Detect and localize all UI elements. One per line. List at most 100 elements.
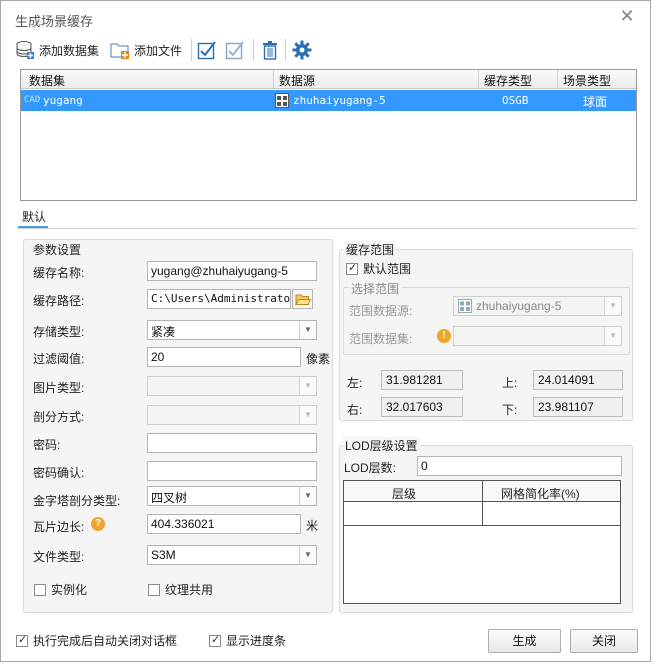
checkbox-unchecked-icon [225,41,244,60]
tab-active-indicator [18,226,48,228]
pyramid-value: 四叉树 [151,491,188,505]
add-dataset-button[interactable]: 添加数据集 [15,38,99,62]
chevron-down-icon[interactable]: ▼ [604,327,621,345]
chevron-down-icon[interactable]: ▼ [299,406,316,424]
lod-group-label: LOD层级设置 [343,437,420,454]
help-icon[interactable]: ? [91,517,105,531]
grid-header-scene-type[interactable]: 场景类型 [563,72,611,89]
show-progress-label: 显示进度条 [226,634,287,648]
chevron-down-icon[interactable]: ▼ [604,297,621,315]
column-divider[interactable] [478,70,479,89]
top-label: 上: [502,376,518,390]
image-type-select[interactable]: ▼ [147,376,317,396]
gear-icon [292,40,312,60]
cache-path-input[interactable]: C:\Users\Administrator\ [147,289,291,309]
dialog-window: 生成场景缓存 ✕ 添加数据集 添加文件 数据集 数据源 缓存类型 场景类型 CA… [0,0,651,662]
chevron-down-icon[interactable]: ▼ [299,377,316,395]
bottom-value: 23.981107 [533,397,623,417]
tab-default[interactable]: 默认 [22,208,46,225]
lod-header-level: 层级 [392,487,417,501]
datasource-icon [458,299,472,313]
grid-header: 数据集 数据源 缓存类型 场景类型 [21,70,636,89]
lod-header-simplify: 网格简化率(%) [501,487,580,501]
range-datasource-select[interactable]: zhuhaiyugang-5 ▼ [453,296,622,316]
invert-select-button[interactable] [225,38,245,62]
tile-side-unit: 米 [306,519,319,533]
instancing-label: 实例化 [51,583,88,597]
range-dataset-label: 范围数据集: [349,332,413,346]
pyramid-label: 金字塔剖分类型: [33,494,121,508]
delete-button[interactable] [260,38,280,62]
generate-button[interactable]: 生成 [488,629,561,653]
pyramid-select[interactable]: 四叉树 ▼ [147,486,317,506]
storage-type-select[interactable]: 紧凑 ▼ [147,320,317,340]
row-datasource: zhuhaiyugang-5 [293,94,386,107]
password-confirm-label: 密码确认: [33,466,85,480]
default-range-checkbox[interactable]: 默认范围 [346,260,411,277]
cache-path-label: 缓存路径: [33,294,85,308]
auto-close-label: 执行完成后自动关闭对话框 [33,634,178,648]
row-scene-type: 球面 [583,95,608,109]
file-type-select[interactable]: S3M ▼ [147,545,317,565]
select-all-button[interactable] [197,38,217,62]
texture-share-checkbox[interactable]: 纹理共用 [148,581,213,598]
instancing-checkbox[interactable]: 实例化 [34,581,87,598]
column-divider[interactable] [557,70,558,89]
cache-name-input[interactable]: yugang@zhuhaiyugang-5 [147,261,317,281]
right-label: 右: [347,403,363,417]
browse-folder-button[interactable] [292,289,313,309]
storage-type-label: 存储类型: [33,325,85,339]
trash-icon [263,41,277,60]
select-range-label: 选择范围 [349,280,402,297]
folder-open-icon [295,294,312,305]
checkbox-box[interactable] [16,633,28,647]
close-button[interactable]: 关闭 [570,629,638,653]
range-datasource-label: 范围数据源: [349,304,413,318]
database-icon [16,41,34,59]
lod-table-row[interactable] [344,525,620,526]
file-type-label: 文件类型: [33,550,85,564]
right-value: 32.017603 [381,397,463,417]
cache-name-label: 缓存名称: [33,266,85,280]
table-row[interactable]: CAD yugang zhuhaiyugang-5 OSGB 球面 [21,90,636,111]
grid-header-dataset[interactable]: 数据集 [29,72,65,89]
toolbar-separator [191,39,192,61]
row-dataset: yugang [43,94,83,107]
grid-header-cache-type[interactable]: 缓存类型 [484,72,532,89]
add-file-button[interactable]: 添加文件 [110,38,182,62]
settings-button[interactable] [292,38,312,62]
filter-input[interactable]: 20 [147,347,301,367]
checkbox-box[interactable] [148,583,160,596]
chevron-down-icon[interactable]: ▼ [299,321,316,339]
checkbox-box[interactable] [209,633,221,647]
password-label: 密码: [33,438,61,452]
toolbar-separator [285,39,286,61]
close-icon[interactable]: ✕ [619,7,635,25]
lod-count-input[interactable]: 0 [417,456,622,476]
checkbox-box[interactable] [34,583,46,596]
checkbox-box[interactable] [346,261,358,275]
range-dataset-select[interactable]: ▼ [453,326,622,346]
column-divider[interactable] [273,70,274,89]
add-dataset-label: 添加数据集 [39,43,100,58]
tile-side-input[interactable]: 404.336021 [147,514,301,534]
split-method-label: 剖分方式: [33,410,85,424]
storage-type-value: 紧凑 [151,325,176,339]
show-progress-checkbox[interactable]: 显示进度条 [209,632,286,649]
split-method-select[interactable]: ▼ [147,405,317,425]
texture-share-label: 纹理共用 [165,583,214,597]
password-confirm-input[interactable] [147,461,317,481]
grid-header-datasource[interactable]: 数据源 [279,72,315,89]
filter-label: 过滤阈值: [33,352,85,366]
chevron-down-icon[interactable]: ▼ [299,487,316,505]
password-input[interactable] [147,433,317,453]
lod-table: 层级 网格简化率(%) [343,480,621,604]
chevron-down-icon[interactable]: ▼ [299,546,316,564]
bottom-label: 下: [502,403,518,417]
default-range-label: 默认范围 [363,262,412,276]
filter-unit: 像素 [306,352,331,366]
cad-icon: CAD [24,95,41,105]
checkbox-checked-icon [197,41,216,60]
auto-close-checkbox[interactable]: 执行完成后自动关闭对话框 [16,632,177,649]
datasource-icon [275,93,289,108]
